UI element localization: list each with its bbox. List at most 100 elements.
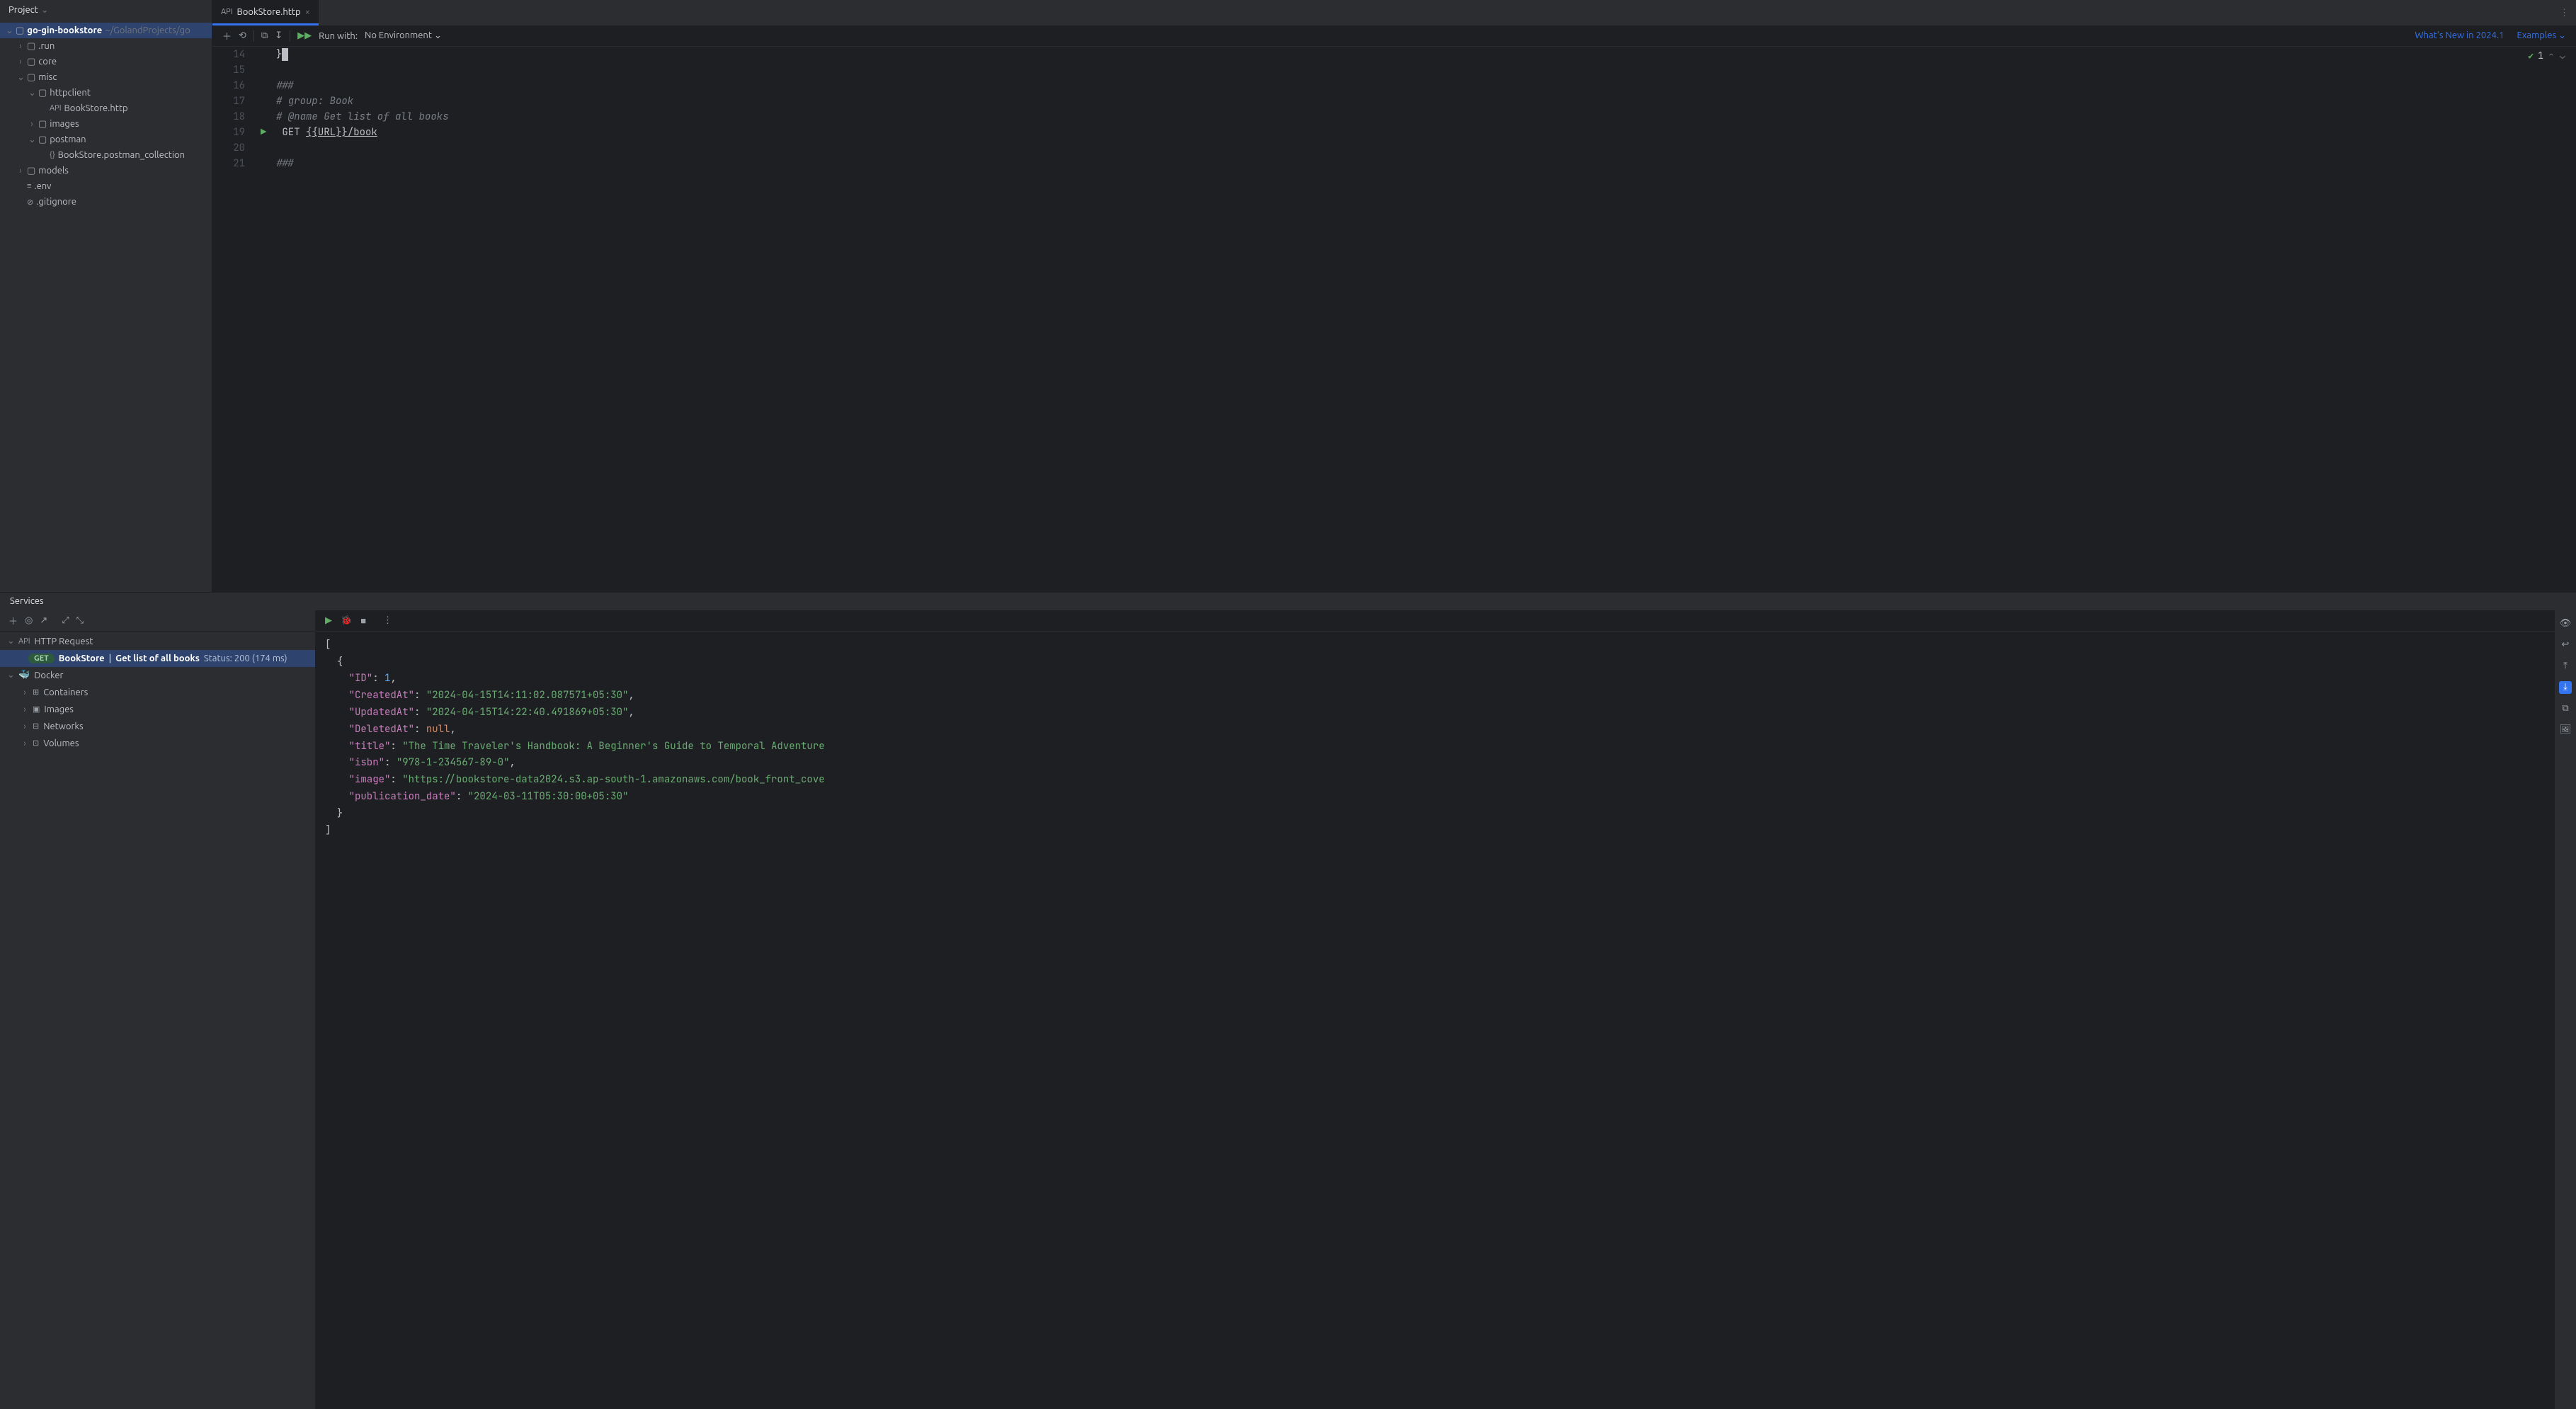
copy-response-icon[interactable]: ⧉ (2559, 702, 2572, 715)
docker-icon: 🐳 (18, 670, 30, 680)
chevron-down-icon: ⌄ (17, 72, 24, 83)
project-header[interactable]: Project ⌄ (0, 0, 212, 20)
tree-item-core[interactable]: ›▢core (0, 54, 212, 69)
code-editor[interactable]: ✔ 1 ⌃ ⌄ 1415161718192021 }#### group: Bo… (212, 47, 2576, 592)
chevron-right-icon: › (21, 738, 28, 748)
method-badge: GET (28, 654, 55, 663)
api-icon: API (18, 637, 30, 646)
chevron-down-icon: ⌄ (7, 636, 14, 646)
http-request-item[interactable]: GET BookStore | Get list of all books St… (0, 650, 315, 667)
services-title: Services (10, 596, 44, 606)
run-with-label: Run with: (319, 31, 358, 41)
chevron-right-icon: › (17, 41, 24, 51)
folder-icon: ▢ (27, 41, 35, 52)
folder-icon: ▢ (38, 135, 47, 145)
tree-root[interactable]: ⌄ ▢ go-gin-bookstore ~/GolandProjects/go (0, 23, 212, 38)
more-icon[interactable]: ⋮ (383, 615, 392, 626)
project-tree: ⌄ ▢ go-gin-bookstore ~/GolandProjects/go… (0, 20, 212, 592)
folder-icon: ▢ (38, 119, 47, 130)
filter-icon[interactable]: ◎ (25, 615, 33, 626)
tab-bookstore-http[interactable]: API BookStore.http × (212, 0, 319, 25)
inspection-status[interactable]: ✔ 1 ⌃ ⌄ (2528, 50, 2566, 62)
chevron-right-icon: › (28, 119, 35, 129)
docker-images[interactable]: ›▣Images (0, 701, 315, 718)
history-icon[interactable]: ⟲ (239, 30, 246, 41)
http-request-label: HTTP Request (35, 637, 93, 646)
chevron-down-icon[interactable]: ⌄ (41, 5, 48, 16)
request-name: BookStore (59, 654, 105, 663)
code-content[interactable]: }#### group: Book# @name Get list of all… (255, 47, 2576, 592)
chevron-right-icon: › (21, 721, 28, 731)
collapse-icon[interactable]: ⤡ (76, 615, 84, 626)
tree-item-gitignore[interactable]: ⊘.gitignore (0, 194, 212, 210)
inspection-count: 1 (2538, 50, 2543, 62)
external-icon[interactable]: ↗ (40, 615, 47, 626)
chevron-down-icon[interactable]: ⌄ (2559, 50, 2566, 62)
chevron-down-icon: ⌄ (28, 88, 35, 98)
docker-containers[interactable]: ›⊞Containers (0, 684, 315, 701)
run-all-icon[interactable]: ▶▶ (297, 30, 312, 41)
editor-tabs: API BookStore.http × ⋮ (212, 0, 2576, 25)
image-icon[interactable]: 🖼 (2559, 724, 2572, 736)
add-icon[interactable]: ＋ (8, 614, 18, 627)
stop-icon[interactable]: ■ (360, 615, 366, 626)
api-file-icon: API (50, 104, 62, 113)
docker-child-icon: ▣ (33, 704, 40, 714)
tree-item-env[interactable]: ≡.env (0, 178, 212, 194)
folder-icon: ▢ (27, 57, 35, 67)
expand-icon[interactable]: ⤢ (62, 615, 69, 626)
tree-item-run[interactable]: ›▢.run (0, 38, 212, 54)
tree-item-postman-collection[interactable]: {}BookStore.postman_collection (0, 147, 212, 163)
tree-label: .env (34, 181, 51, 191)
api-file-icon: API (221, 8, 233, 16)
scroll-top-icon[interactable]: ⤒ (2559, 660, 2572, 673)
http-request-root[interactable]: ⌄ API HTTP Request (0, 633, 315, 650)
tabs-more-icon[interactable]: ⋮ (2553, 8, 2576, 18)
tree-label: postman (50, 135, 86, 144)
folder-icon: ▢ (38, 88, 47, 98)
tree-label: BookStore.http (64, 103, 128, 113)
examples-dropdown[interactable]: Examples ⌄ (2517, 30, 2566, 41)
docker-root[interactable]: ⌄ 🐳 Docker (0, 667, 315, 684)
chevron-right-icon: › (21, 688, 28, 697)
file-icon: ≡ (27, 182, 31, 190)
services-toolbar: ＋ ◎ ↗ ⤢ ⤡ (0, 610, 315, 632)
tree-item-bookstore-http[interactable]: APIBookStore.http (0, 101, 212, 116)
docker-volumes[interactable]: ›⊡Volumes (0, 735, 315, 752)
services-panel-header[interactable]: Services (0, 592, 2576, 610)
tab-label: BookStore.http (237, 7, 301, 17)
docker-networks[interactable]: ›⊟Networks (0, 718, 315, 735)
run-line-icon[interactable]: ▶ (261, 126, 266, 139)
environment-dropdown[interactable]: No Environment ⌄ (365, 30, 442, 41)
preview-icon[interactable]: 👁 (2559, 617, 2572, 630)
tree-item-postman[interactable]: ⌄▢postman (0, 132, 212, 147)
tree-item-models[interactable]: ›▢models (0, 163, 212, 178)
chevron-up-icon[interactable]: ⌃ (2548, 50, 2555, 62)
root-path: ~/GolandProjects/go (105, 25, 190, 35)
editor-pane: API BookStore.http × ⋮ ＋ ⟲ ⧉ ↧ ▶▶ Run wi… (212, 0, 2576, 592)
tree-item-images[interactable]: ›▢images (0, 116, 212, 132)
run-icon[interactable]: ▶ (325, 615, 332, 626)
wrap-icon[interactable]: ↩ (2559, 639, 2572, 651)
root-name: go-gin-bookstore (27, 25, 102, 35)
tree-label: core (38, 57, 57, 67)
tree-label: .run (38, 41, 55, 51)
import-icon[interactable]: ↧ (275, 30, 283, 41)
chevron-down-icon: ⌄ (6, 25, 13, 36)
add-icon[interactable]: ＋ (222, 29, 232, 42)
close-icon[interactable]: × (305, 7, 310, 17)
debug-icon[interactable]: 🐞 (341, 615, 352, 626)
copy-icon[interactable]: ⧉ (261, 30, 268, 41)
chevron-right-icon: › (17, 166, 24, 176)
response-toolbar: ▶ 🐞 ■ ⋮ (315, 610, 2555, 632)
tree-item-httpclient[interactable]: ⌄▢httpclient (0, 85, 212, 101)
line-gutter: 1415161718192021 (212, 47, 255, 592)
scroll-bottom-icon[interactable]: ⤓ (2559, 681, 2572, 694)
docker-child-label: Volumes (43, 738, 79, 748)
tree-item-misc[interactable]: ⌄▢misc (0, 69, 212, 85)
tree-label: httpclient (50, 88, 91, 98)
response-pane: ▶ 🐞 ■ ⋮ [ { "ID": 1, "CreatedAt": "2024-… (315, 610, 2555, 1409)
response-body[interactable]: [ { "ID": 1, "CreatedAt": "2024-04-15T14… (315, 632, 2555, 1409)
whats-new-link[interactable]: What's New in 2024.1 (2415, 30, 2504, 41)
project-label: Project (8, 5, 38, 15)
